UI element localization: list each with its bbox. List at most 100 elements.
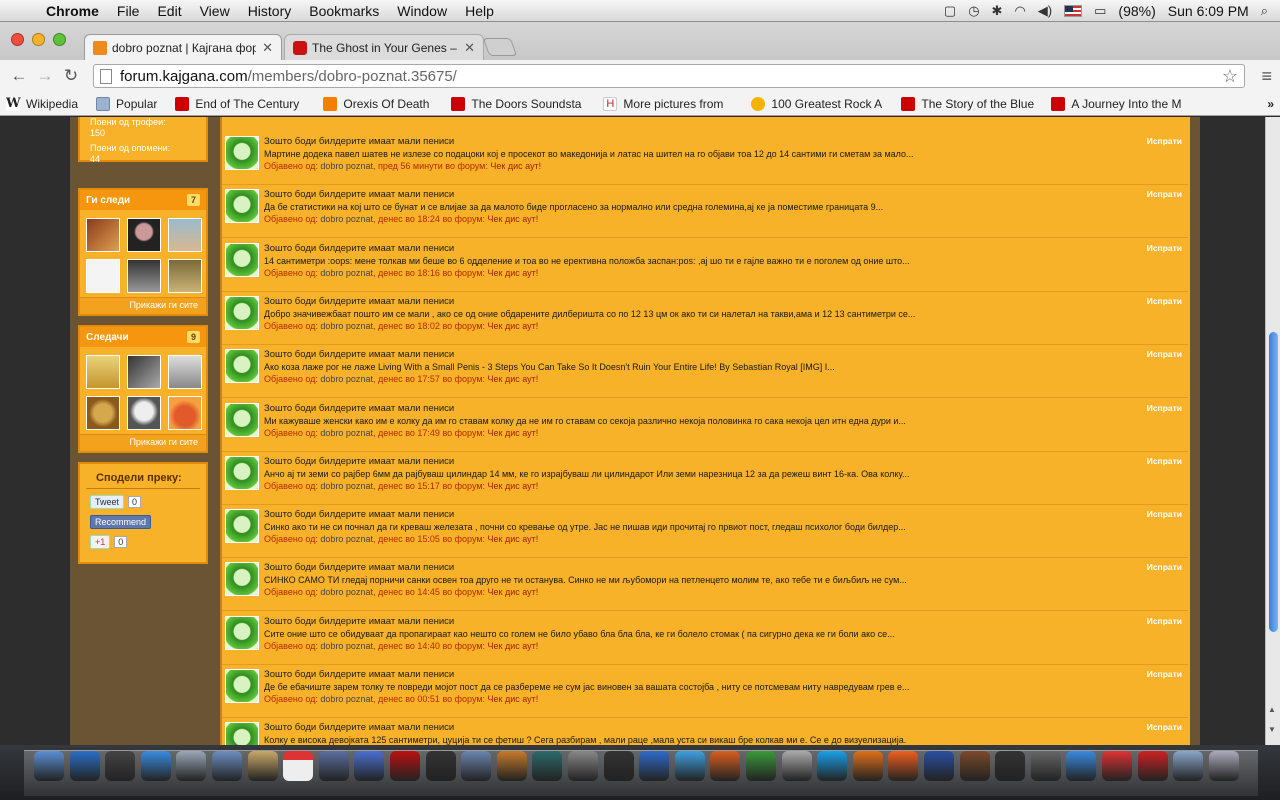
- spy-app-icon[interactable]: [995, 751, 1026, 781]
- powerpoint-icon[interactable]: [710, 751, 741, 781]
- facetime-icon[interactable]: [212, 751, 242, 781]
- menubar-clock[interactable]: Sun 6:09 PM: [1168, 3, 1249, 19]
- chrome-icon[interactable]: [1102, 751, 1132, 781]
- instrument-icon[interactable]: [959, 751, 990, 781]
- finder-icon[interactable]: [34, 751, 64, 781]
- author-link[interactable]: dobro poznat: [320, 214, 373, 224]
- send-link[interactable]: Испрати: [1147, 562, 1182, 572]
- forum-link[interactable]: Чек дис аут!: [488, 641, 539, 651]
- thread-title-link[interactable]: Зошто боди билдерите имаат мали пениси: [264, 669, 454, 680]
- forum-link[interactable]: Чек дис аут!: [488, 268, 539, 278]
- following-show-all-link[interactable]: Прикажи ги сите: [80, 297, 206, 314]
- chrome-menu-icon[interactable]: ≡: [1261, 66, 1272, 87]
- avatar[interactable]: [225, 669, 259, 703]
- page-scrollbar[interactable]: ▲ ▼: [1265, 117, 1280, 745]
- menu-view[interactable]: View: [191, 3, 239, 19]
- send-link[interactable]: Испрати: [1147, 403, 1182, 413]
- tab-kajgana[interactable]: dobro poznat | Кајгана фору ✕: [84, 34, 282, 60]
- author-link[interactable]: dobro poznat: [320, 161, 373, 171]
- author-link[interactable]: dobro poznat: [320, 641, 373, 651]
- menu-window[interactable]: Window: [388, 3, 456, 19]
- time-machine-icon[interactable]: ◷: [968, 3, 979, 19]
- send-link[interactable]: Испрати: [1147, 243, 1182, 253]
- bookmark-orexis-of-death[interactable]: Orexis Of Death: [323, 96, 441, 111]
- app-store-icon[interactable]: [69, 751, 100, 781]
- send-link[interactable]: Испрати: [1147, 669, 1182, 679]
- send-link[interactable]: Испрати: [1147, 509, 1182, 519]
- thread-title-link[interactable]: Зошто боди билдерите имаат мали пениси: [264, 349, 454, 360]
- dropbox-status-icon[interactable]: ▢: [944, 3, 956, 19]
- thread-title-link[interactable]: Зошто боди билдерите имаат мали пениси: [264, 616, 454, 627]
- avatar[interactable]: [127, 218, 161, 252]
- window-close-icon[interactable]: [11, 33, 24, 46]
- avatar[interactable]: [225, 722, 259, 745]
- bookmark-the-doors-soundstage[interactable]: The Doors Soundsta: [451, 96, 593, 111]
- bookmark-wikipedia[interactable]: W Wikipedia: [6, 96, 78, 111]
- forum-link[interactable]: Чек дис аут!: [488, 214, 539, 224]
- iphoto-library-icon[interactable]: [461, 751, 492, 781]
- battery-icon[interactable]: ▭: [1094, 3, 1106, 19]
- avatar[interactable]: [225, 562, 259, 597]
- scroll-down-arrow-icon[interactable]: ▼: [1268, 725, 1276, 734]
- facebook-recommend-button[interactable]: Recommend: [90, 515, 152, 529]
- calendar-icon[interactable]: [283, 751, 314, 781]
- time-machine-icon[interactable]: [532, 751, 563, 781]
- excel-icon[interactable]: [746, 751, 776, 781]
- skype-icon[interactable]: [817, 751, 848, 781]
- bookmark-journey-into-the-mind[interactable]: A Journey Into the M: [1051, 96, 1183, 111]
- contacts-icon[interactable]: [247, 751, 278, 781]
- forward-arrow-icon[interactable]: →: [32, 66, 58, 86]
- menu-edit[interactable]: Edit: [148, 3, 190, 19]
- thread-title-link[interactable]: Зошто боди билдерите имаат мали пениси: [264, 189, 454, 200]
- forum-link[interactable]: Чек дис аут!: [488, 374, 539, 384]
- forum-link[interactable]: Чек дис аут!: [488, 694, 539, 704]
- address-bar[interactable]: forum.kajgana.com/members/dobro-poznat.3…: [93, 64, 1245, 88]
- avatar[interactable]: [86, 396, 120, 430]
- author-link[interactable]: dobro poznat: [320, 694, 373, 704]
- bookmark-100-greatest-rock[interactable]: 100 Greatest Rock A: [751, 96, 885, 111]
- menu-history[interactable]: History: [239, 3, 301, 19]
- forum-link[interactable]: Чек дис аут!: [490, 161, 541, 171]
- avatar[interactable]: [168, 218, 202, 252]
- avatar[interactable]: [86, 259, 120, 293]
- reload-icon[interactable]: ↻: [58, 66, 84, 86]
- send-link[interactable]: Испрати: [1147, 456, 1182, 466]
- bookmark-end-of-the-century[interactable]: End of The Century: [175, 96, 313, 111]
- menu-help[interactable]: Help: [456, 3, 503, 19]
- new-tab-button[interactable]: [482, 38, 518, 56]
- send-link[interactable]: Испрати: [1147, 136, 1182, 146]
- window-minimize-icon[interactable]: [32, 33, 45, 46]
- thread-title-link[interactable]: Зошто боди билдерите имаат мали пениси: [264, 136, 454, 147]
- avatar[interactable]: [127, 259, 161, 293]
- imovie-icon[interactable]: [425, 751, 456, 781]
- avatar[interactable]: [168, 259, 202, 293]
- avatar[interactable]: [225, 455, 259, 490]
- forum-link[interactable]: Чек дис аут!: [488, 321, 539, 331]
- avatar[interactable]: [225, 295, 259, 330]
- iphoto-icon[interactable]: [318, 751, 349, 781]
- avatar[interactable]: [225, 402, 259, 437]
- send-link[interactable]: Испрати: [1147, 616, 1182, 626]
- send-link[interactable]: Испрати: [1147, 349, 1182, 359]
- system-preferences-icon[interactable]: [568, 751, 598, 781]
- tab-close-icon[interactable]: ✕: [464, 40, 475, 56]
- grapher-icon[interactable]: [781, 751, 812, 781]
- author-link[interactable]: dobro poznat: [320, 587, 373, 597]
- avatar[interactable]: [86, 355, 120, 389]
- forum-link[interactable]: Чек дис аут!: [488, 587, 539, 597]
- menu-app-chrome[interactable]: Chrome: [42, 3, 108, 19]
- bookmark-folder-popular[interactable]: Popular: [96, 96, 157, 111]
- menu-bookmarks[interactable]: Bookmarks: [300, 3, 388, 19]
- messenger-icon[interactable]: [674, 751, 705, 781]
- avatar[interactable]: [225, 189, 259, 224]
- avatar[interactable]: [127, 396, 161, 430]
- quicktime-icon[interactable]: [924, 751, 954, 781]
- author-link[interactable]: dobro poznat: [320, 374, 373, 384]
- spotlight-search-icon[interactable]: ⌕: [1261, 3, 1268, 19]
- send-link[interactable]: Испрати: [1147, 722, 1182, 732]
- avatar[interactable]: [225, 509, 259, 544]
- avatar[interactable]: [168, 355, 202, 389]
- back-arrow-icon[interactable]: ←: [6, 66, 32, 86]
- author-link[interactable]: dobro poznat: [320, 268, 373, 278]
- scrollbar-thumb[interactable]: [1269, 332, 1278, 632]
